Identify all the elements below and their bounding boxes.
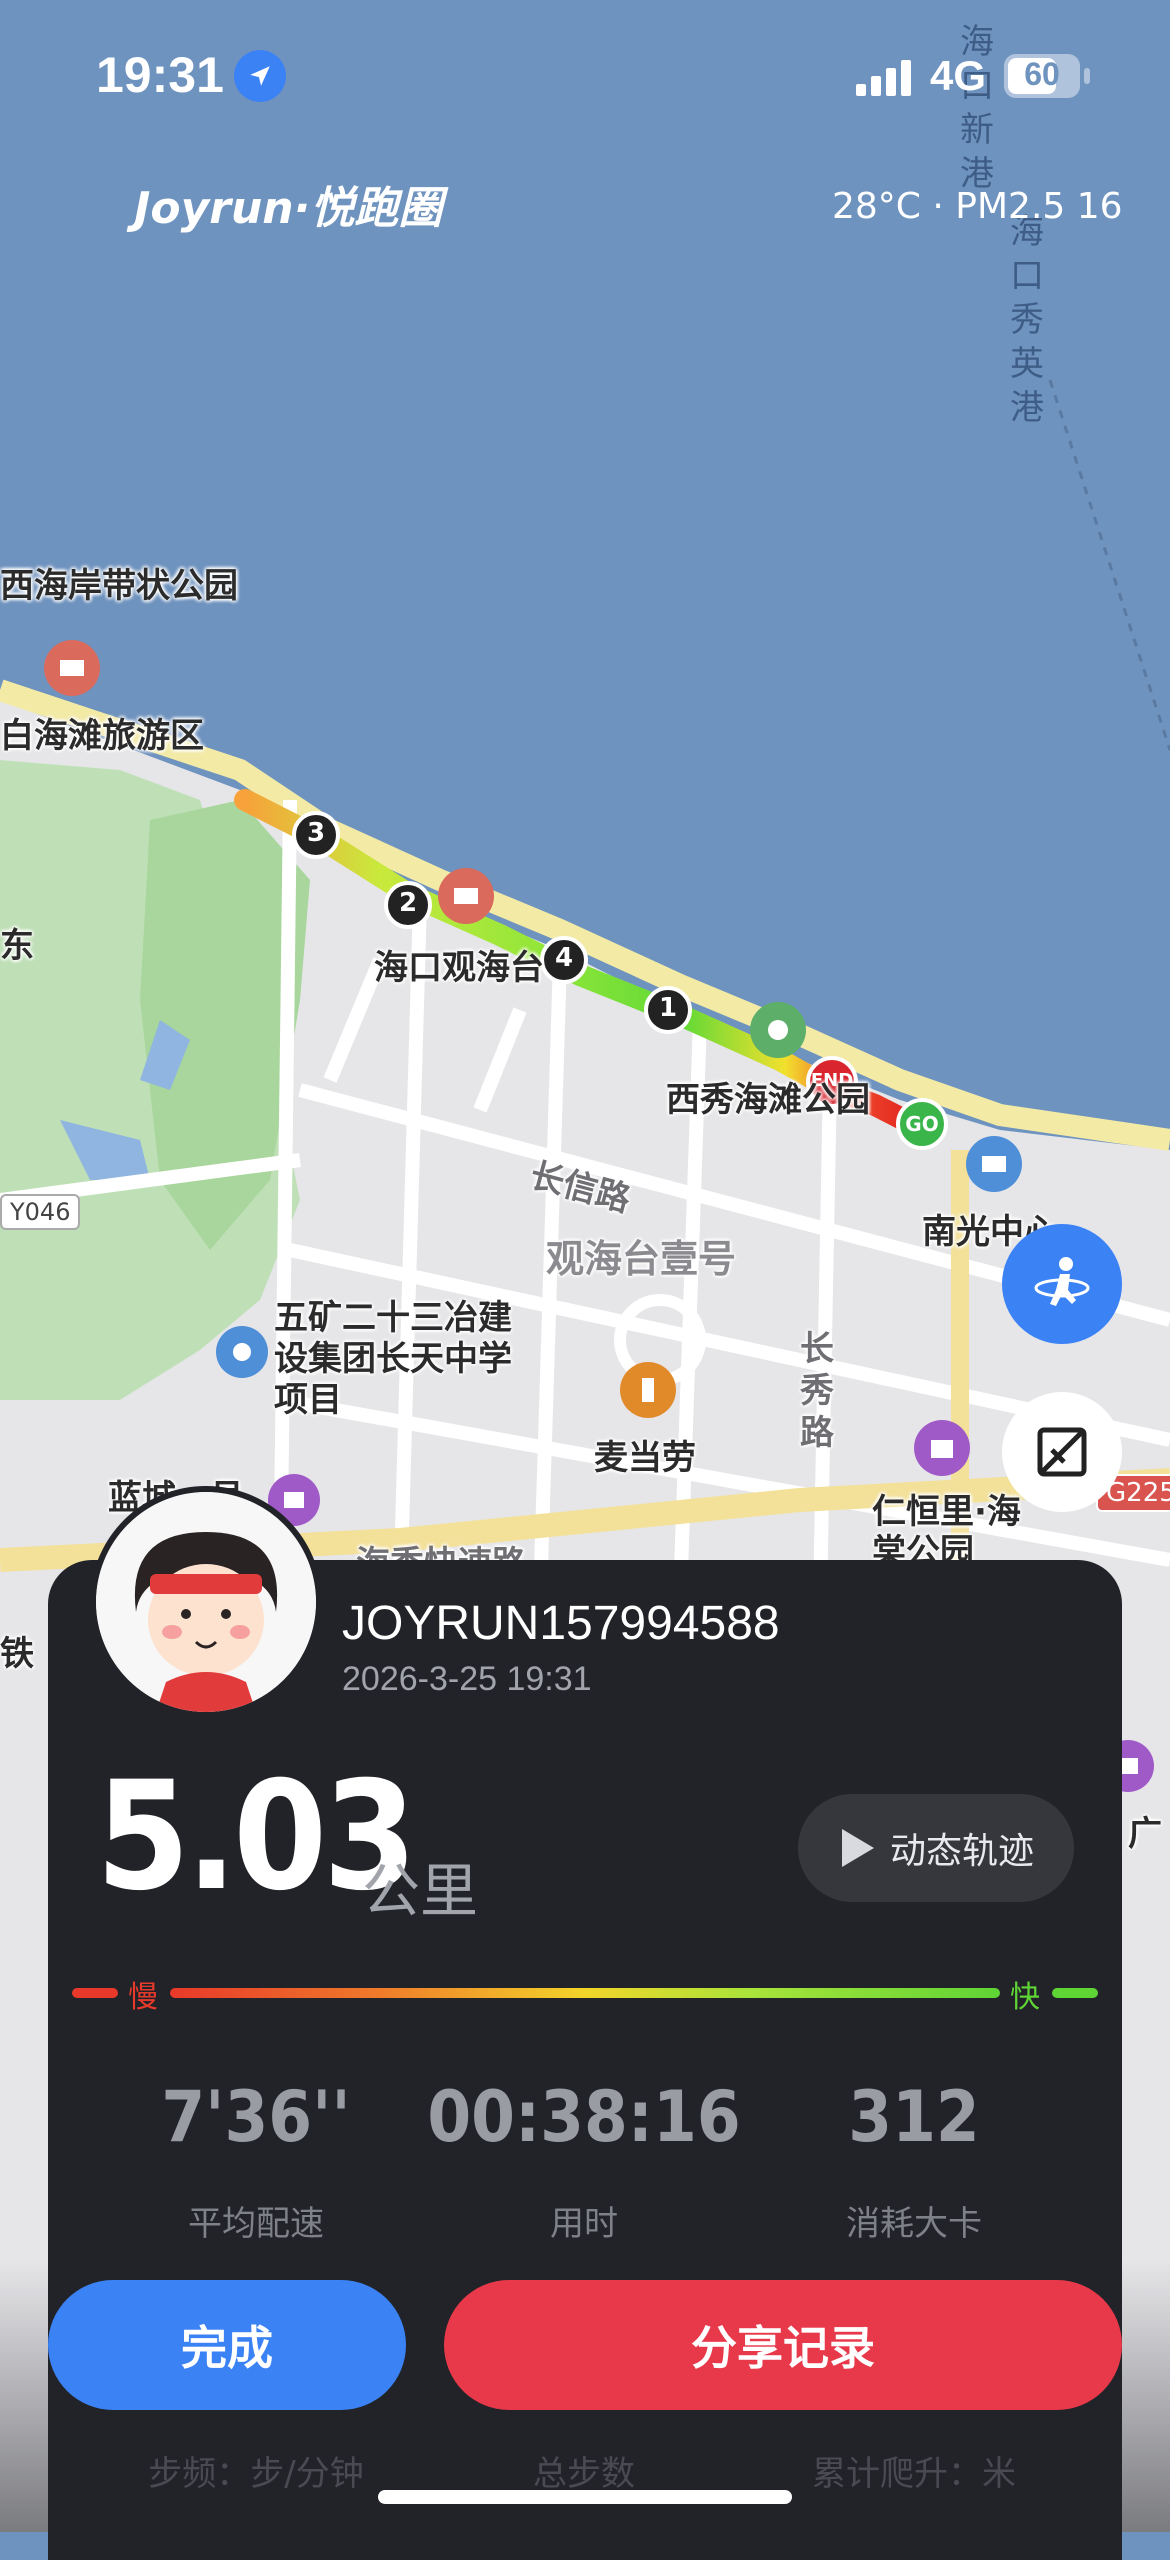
map-label-port: 海口新港 xyxy=(960,22,994,194)
distance-unit: 公里 xyxy=(362,1857,479,1925)
map-toggle-icon xyxy=(1037,1427,1087,1477)
replay-track-label: 动态轨迹 xyxy=(889,1831,1034,1872)
home-indicator xyxy=(378,2490,792,2504)
poi-pin-park xyxy=(750,1002,806,1058)
location-arrow-icon xyxy=(234,50,286,102)
poi-pin-guanhai xyxy=(438,868,494,924)
go-marker-label: GO xyxy=(905,1112,939,1136)
map-label-project: 五矿二十三冶建设集团长天中学项目 xyxy=(274,1298,512,1420)
map-road-code: Y046 xyxy=(0,1194,81,1230)
map-label-mcdonalds: 麦当劳 xyxy=(594,1438,696,1478)
avg-pace-value: 7'36'' xyxy=(161,2076,351,2158)
total-steps-label: 总步数 xyxy=(533,2454,635,2494)
avatar[interactable] xyxy=(90,1486,322,1718)
pace-gradient-bar xyxy=(170,1988,1000,1998)
pace-slow-label: 慢 xyxy=(128,1980,158,2015)
poi-pin-shop xyxy=(914,1420,970,1476)
runner-mode-button[interactable] xyxy=(1002,1224,1122,1344)
done-button[interactable]: 完成 xyxy=(48,2280,406,2410)
duration-label: 用时 xyxy=(550,2204,618,2244)
shipping-lane xyxy=(1048,379,1170,751)
run-datetime: 2026-3-25 19:31 xyxy=(342,1660,592,1698)
signal-icon xyxy=(856,60,912,96)
map-label-edge-left2: 铁 xyxy=(0,1634,34,1674)
map-label-xixiu-park: 西秀海滩公园 xyxy=(666,1080,870,1120)
weather-info: 28°C · PM2.5 16 xyxy=(832,186,1123,227)
poi-pin-nanguang xyxy=(966,1136,1022,1192)
poi-pin-beach xyxy=(44,640,100,696)
pace-fast-label: 快 xyxy=(1010,1980,1040,2015)
layers-button[interactable] xyxy=(1002,1392,1122,1512)
network-type: 4G xyxy=(930,52,987,99)
share-record-button[interactable]: 分享记录 xyxy=(444,2280,1122,2410)
route-marker-4-label: 4 xyxy=(554,943,574,973)
poi-pin-mcdonalds xyxy=(620,1362,676,1418)
avg-pace-label: 平均配速 xyxy=(188,2204,324,2244)
brand-logo: Joyrun·悦跑圈 xyxy=(134,183,443,234)
route-marker-1-label: 1 xyxy=(658,993,678,1023)
map-label-edge-right: 广 xyxy=(1128,1814,1162,1854)
battery-icon: 60 xyxy=(1004,54,1080,98)
pace-bar-slow-seg xyxy=(72,1988,118,1998)
route-marker-3-label: 3 xyxy=(306,818,326,848)
battery-cap xyxy=(1084,68,1090,84)
map-label-beach-area: 白海滩旅游区 xyxy=(0,716,204,756)
map-label-port2: 海口秀英港 xyxy=(1010,212,1044,428)
duration-value: 00:38:16 xyxy=(427,2076,741,2158)
map-label-edge-left: 东 xyxy=(0,926,34,966)
map-label-west-coast-park: 西海岸带状公园 xyxy=(0,566,238,606)
map-label-guanhai: 海口观海台 xyxy=(374,948,544,988)
battery-level: 60 xyxy=(1024,56,1060,92)
cadence-label: 步频：步/分钟 xyxy=(148,2454,364,2494)
username: JOYRUN157994588 xyxy=(342,1597,780,1650)
replay-track-button[interactable]: 动态轨迹 xyxy=(798,1794,1074,1902)
calories-label: 消耗大卡 xyxy=(846,2204,982,2244)
map-label-guanhaitai-yihao: 观海台壹号 xyxy=(546,1237,737,1281)
play-icon xyxy=(841,1829,874,1867)
calories-value: 312 xyxy=(848,2076,980,2158)
pace-bar-fast-seg xyxy=(1052,1988,1098,1998)
route-marker-2-label: 2 xyxy=(398,888,418,918)
map-label-changxiu-road: 长秀路 xyxy=(800,1329,834,1453)
poi-pin-project xyxy=(216,1326,268,1378)
status-time: 19:31 xyxy=(96,47,224,103)
runner-icon xyxy=(1034,1257,1090,1306)
elevation-label: 累计爬升：米 xyxy=(812,2454,1016,2494)
